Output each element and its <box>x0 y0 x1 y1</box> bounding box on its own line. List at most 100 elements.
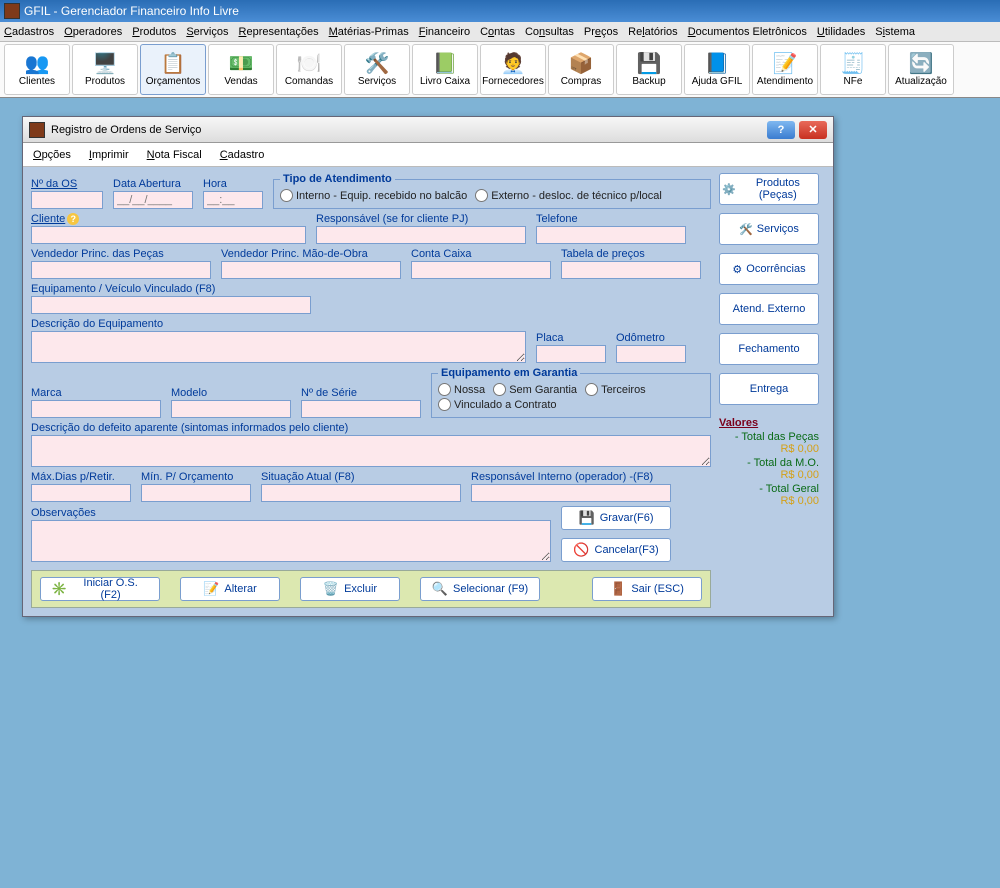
side-ocorrencias-button[interactable]: ⚙Ocorrências <box>719 253 819 285</box>
tool-nfe[interactable]: 🧾NFe <box>820 44 886 95</box>
input-n-serie[interactable] <box>301 400 421 418</box>
menu-consultas[interactable]: Consultas <box>525 26 574 38</box>
tool-clientes[interactable]: 👥Clientes <box>4 44 70 95</box>
menu-operadores[interactable]: Operadores <box>64 26 122 38</box>
radio-gar-terc[interactable]: Terceiros <box>585 383 646 396</box>
input-marca[interactable] <box>31 400 161 418</box>
radio-gar-sem[interactable]: Sem Garantia <box>493 383 577 396</box>
radio-externo[interactable]: Externo - desloc. de técnico p/local <box>475 189 662 202</box>
input-tabela-precos[interactable] <box>561 261 701 279</box>
help-book-icon: 📘 <box>705 52 730 76</box>
input-observacoes[interactable] <box>31 520 551 562</box>
excluir-button[interactable]: 🗑️Excluir <box>300 577 400 601</box>
lbl-placa: Placa <box>536 332 606 344</box>
menu-precos[interactable]: Preços <box>584 26 618 38</box>
radio-gar-nossa[interactable]: Nossa <box>438 383 485 396</box>
valores-geral-val: R$ 0,00 <box>719 495 819 507</box>
input-sit-atual[interactable] <box>261 484 461 502</box>
tool-atendimento[interactable]: 📝Atendimento <box>752 44 818 95</box>
input-max-dias[interactable] <box>31 484 131 502</box>
lbl-marca: Marca <box>31 387 161 399</box>
menu-utilidades[interactable]: Utilidades <box>817 26 865 38</box>
side-entrega-button[interactable]: Entrega <box>719 373 819 405</box>
menu-doc-eletronicos[interactable]: Documentos Eletrônicos <box>688 26 807 38</box>
dialog-footer: ✳️Iniciar O.S. (F2) 📝Alterar 🗑️Excluir 🔍… <box>31 570 711 608</box>
input-odometro[interactable] <box>616 345 686 363</box>
tool-orcamentos[interactable]: 📋Orçamentos <box>140 44 206 95</box>
tool-backup[interactable]: 💾Backup <box>616 44 682 95</box>
dialog-title: Registro de Ordens de Serviço <box>51 124 201 136</box>
radio-interno[interactable]: Interno - Equip. recebido no balcão <box>280 189 467 202</box>
lbl-n-serie: Nº de Série <box>301 387 421 399</box>
dlg-menu-opcoes[interactable]: Opções <box>33 149 71 161</box>
lbl-min-orc: Mín. P/ Orçamento <box>141 471 251 483</box>
tools-icon: 🛠️ <box>739 223 753 236</box>
tool-atualizacao[interactable]: 🔄Atualização <box>888 44 954 95</box>
tool-vendas[interactable]: 💵Vendas <box>208 44 274 95</box>
menu-produtos[interactable]: Produtos <box>132 26 176 38</box>
input-desc-equip[interactable] <box>31 331 526 363</box>
tool-compras[interactable]: 📦Compras <box>548 44 614 95</box>
app-title-bar: GFIL - Gerenciador Financeiro Info Livre <box>0 0 1000 22</box>
tool-comandas[interactable]: 🍽️Comandas <box>276 44 342 95</box>
alterar-button[interactable]: 📝Alterar <box>180 577 280 601</box>
tool-livro-caixa[interactable]: 📗Livro Caixa <box>412 44 478 95</box>
menu-sistema[interactable]: Sistema <box>875 26 915 38</box>
service-order-dialog: Registro de Ordens de Serviço ? ✕ Opções… <box>22 116 834 617</box>
main-toolbar: 👥Clientes 🖥️Produtos 📋Orçamentos 💵Vendas… <box>0 42 1000 98</box>
dialog-close-button[interactable]: ✕ <box>799 121 827 139</box>
input-hora[interactable] <box>203 191 263 209</box>
selecionar-button[interactable]: 🔍Selecionar (F9) <box>420 577 540 601</box>
input-equip-vinc[interactable] <box>31 296 311 314</box>
plus-icon: ✳️ <box>51 581 67 597</box>
money-icon: 💵 <box>229 52 254 76</box>
side-servicos-button[interactable]: 🛠️Serviços <box>719 213 819 245</box>
edit-icon: 📝 <box>203 581 219 597</box>
input-conta-caixa[interactable] <box>411 261 551 279</box>
input-telefone[interactable] <box>536 226 686 244</box>
lbl-tabela-precos: Tabela de preços <box>561 248 701 260</box>
lbl-max-dias: Máx.Dias p/Retir. <box>31 471 131 483</box>
lbl-resp-interno: Responsável Interno (operador) -(F8) <box>471 471 671 483</box>
side-atend-ext-button[interactable]: Atend. Externo <box>719 293 819 325</box>
menu-financeiro[interactable]: Financeiro <box>419 26 470 38</box>
input-cliente[interactable] <box>31 226 306 244</box>
sair-button[interactable]: 🚪Sair (ESC) <box>592 577 702 601</box>
side-produtos-button[interactable]: ⚙️Produtos (Peças) <box>719 173 819 205</box>
radio-gar-vinc[interactable]: Vinculado a Contrato <box>438 398 557 411</box>
input-os-num[interactable] <box>31 191 103 209</box>
input-data-abertura[interactable] <box>113 191 193 209</box>
lbl-vend-pecas: Vendedor Princ. das Peças <box>31 248 211 260</box>
help-icon[interactable]: ? <box>67 213 79 225</box>
menu-materias[interactable]: Matérias-Primas <box>329 26 409 38</box>
input-responsavel-pj[interactable] <box>316 226 526 244</box>
menu-relatorios[interactable]: Relatórios <box>628 26 678 38</box>
input-vend-mo[interactable] <box>221 261 401 279</box>
tool-ajuda[interactable]: 📘Ajuda GFIL <box>684 44 750 95</box>
iniciar-os-button[interactable]: ✳️Iniciar O.S. (F2) <box>40 577 160 601</box>
dlg-menu-nota-fiscal[interactable]: Nota Fiscal <box>147 149 202 161</box>
save-button[interactable]: 💾Gravar(F6) <box>561 506 671 530</box>
lbl-conta-caixa: Conta Caixa <box>411 248 551 260</box>
dialog-help-button[interactable]: ? <box>767 121 795 139</box>
menu-cadastros[interactable]: Cadastros <box>4 26 54 38</box>
input-resp-interno[interactable] <box>471 484 671 502</box>
tool-servicos[interactable]: 🛠️Serviços <box>344 44 410 95</box>
dlg-menu-imprimir[interactable]: Imprimir <box>89 149 129 161</box>
workspace: Registro de Ordens de Serviço ? ✕ Opções… <box>0 98 1000 888</box>
menu-servicos[interactable]: Serviços <box>186 26 228 38</box>
tool-produtos[interactable]: 🖥️Produtos <box>72 44 138 95</box>
input-vend-pecas[interactable] <box>31 261 211 279</box>
cancel-button[interactable]: 🚫Cancelar(F3) <box>561 538 671 562</box>
menu-representacoes[interactable]: Representações <box>239 26 319 38</box>
tool-fornecedores[interactable]: 🧑‍💼Fornecedores <box>480 44 546 95</box>
computer-icon: 🖥️ <box>93 52 118 76</box>
dlg-menu-cadastro[interactable]: Cadastro <box>220 149 265 161</box>
valores-mo-val: R$ 0,00 <box>719 469 819 481</box>
input-min-orc[interactable] <box>141 484 251 502</box>
input-placa[interactable] <box>536 345 606 363</box>
input-modelo[interactable] <box>171 400 291 418</box>
input-desc-defeito[interactable] <box>31 435 711 467</box>
menu-contas[interactable]: Contas <box>480 26 515 38</box>
side-fechamento-button[interactable]: Fechamento <box>719 333 819 365</box>
